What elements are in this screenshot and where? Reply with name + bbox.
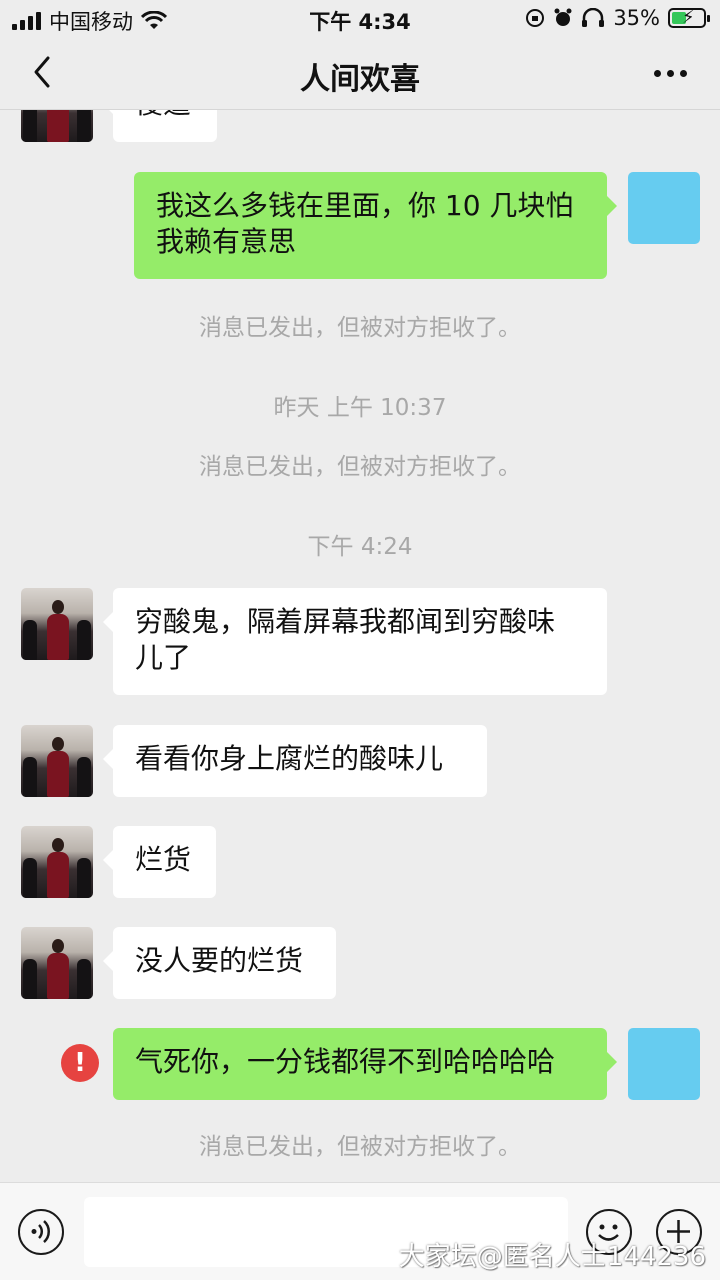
self-avatar[interactable] [628, 1028, 700, 1100]
chat-title: 人间欢喜 [300, 62, 420, 97]
message-bubble-incoming[interactable]: 没人要的烂货 [103, 927, 336, 999]
message-text: 穷酸鬼，隔着屏幕我都闻到穷酸味 [135, 605, 556, 638]
status-right: 35% ⚡ [525, 6, 710, 30]
self-avatar[interactable] [628, 172, 700, 244]
voice-icon[interactable] [18, 1209, 64, 1255]
contact-avatar[interactable] [21, 927, 93, 999]
message-text: 气死你，一分钱都得不到哈哈哈哈 [135, 1045, 556, 1078]
message-text: 烂货 [135, 843, 192, 876]
message-text: 看看你身上腐烂的酸味儿 [135, 742, 444, 775]
message-bubble-incoming[interactable]: 傻逼 [103, 110, 217, 142]
status-bar: 中国移动 下午 4:34 35% ⚡ [0, 0, 720, 36]
message-text: 我赖有意思 [156, 225, 297, 258]
headphones-icon [582, 8, 605, 27]
message-bubble-incoming[interactable]: 穷酸鬼，隔着屏幕我都闻到穷酸味 儿了 [103, 588, 607, 695]
contact-avatar[interactable] [21, 588, 93, 660]
message-bubble-outgoing[interactable]: 我这么多钱在里面，你 10 几块怕 我赖有意思 [134, 172, 617, 279]
contact-avatar[interactable] [21, 725, 93, 797]
message-bubble-incoming[interactable]: 烂货 [103, 826, 216, 898]
message-text: 我这么多钱在里面，你 10 几块怕 [156, 189, 574, 222]
system-notice: 消息已发出，但被对方拒收了。 [199, 454, 521, 480]
system-notice: 消息已发出，但被对方拒收了。 [199, 1134, 521, 1160]
watermark: 大家坛@匿名人士144236 [398, 1242, 706, 1272]
message-bubble-outgoing[interactable]: 气死你，一分钱都得不到哈哈哈哈 [113, 1028, 617, 1100]
orientation-lock-icon [526, 9, 545, 27]
battery-icon: ⚡ [668, 7, 710, 28]
contact-avatar[interactable] [21, 110, 93, 142]
message-text: 儿了 [135, 641, 192, 674]
message-bubble-incoming[interactable]: 看看你身上腐烂的酸味儿 [103, 725, 487, 797]
more-dots-icon[interactable] [654, 58, 690, 88]
battery-percent: 35% [613, 6, 660, 30]
message-text: 没人要的烂货 [135, 944, 304, 977]
system-notice: 消息已发出，但被对方拒收了。 [199, 315, 521, 341]
timestamp: 昨天 上午 10:37 [273, 395, 447, 421]
send-failed-icon[interactable]: ! [61, 1044, 99, 1082]
message-text: 傻逼 [135, 110, 191, 120]
alarm-icon [554, 8, 572, 26]
chat-header: 人间欢喜 [0, 36, 720, 110]
contact-avatar[interactable] [21, 826, 93, 898]
message-list[interactable]: 傻逼 我这么多钱在里面，你 10 几块怕 我赖有意思 消息已发出，但被对方拒收了… [0, 110, 720, 1182]
timestamp: 下午 4:24 [307, 534, 413, 560]
